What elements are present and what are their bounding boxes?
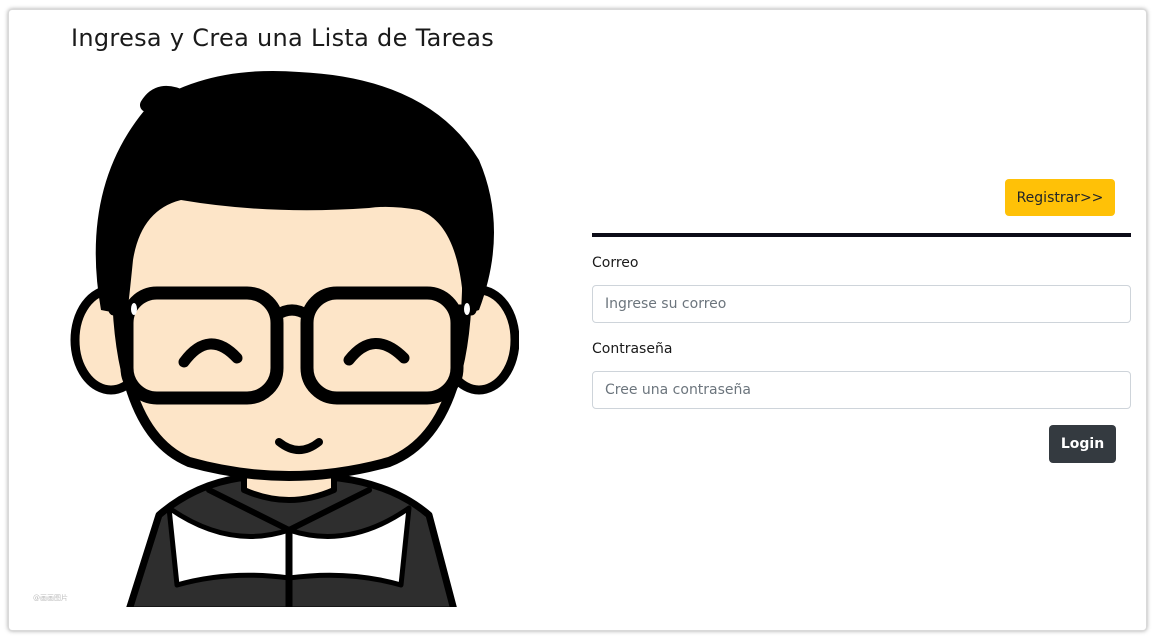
password-label: Contraseña xyxy=(592,341,673,357)
image-watermark: @画画图片 xyxy=(33,594,68,602)
email-label: Correo xyxy=(592,255,639,271)
login-card: Ingresa y Crea una Lista de Tareas @画画图片… xyxy=(8,9,1147,631)
password-field[interactable] xyxy=(592,371,1131,409)
email-field[interactable] xyxy=(592,285,1131,323)
avatar-illustration xyxy=(70,70,519,607)
login-button[interactable]: Login xyxy=(1049,425,1116,463)
register-button[interactable]: Registrar>> xyxy=(1005,179,1115,216)
page-title: Ingresa y Crea una Lista de Tareas xyxy=(71,24,495,52)
section-divider xyxy=(592,233,1131,237)
